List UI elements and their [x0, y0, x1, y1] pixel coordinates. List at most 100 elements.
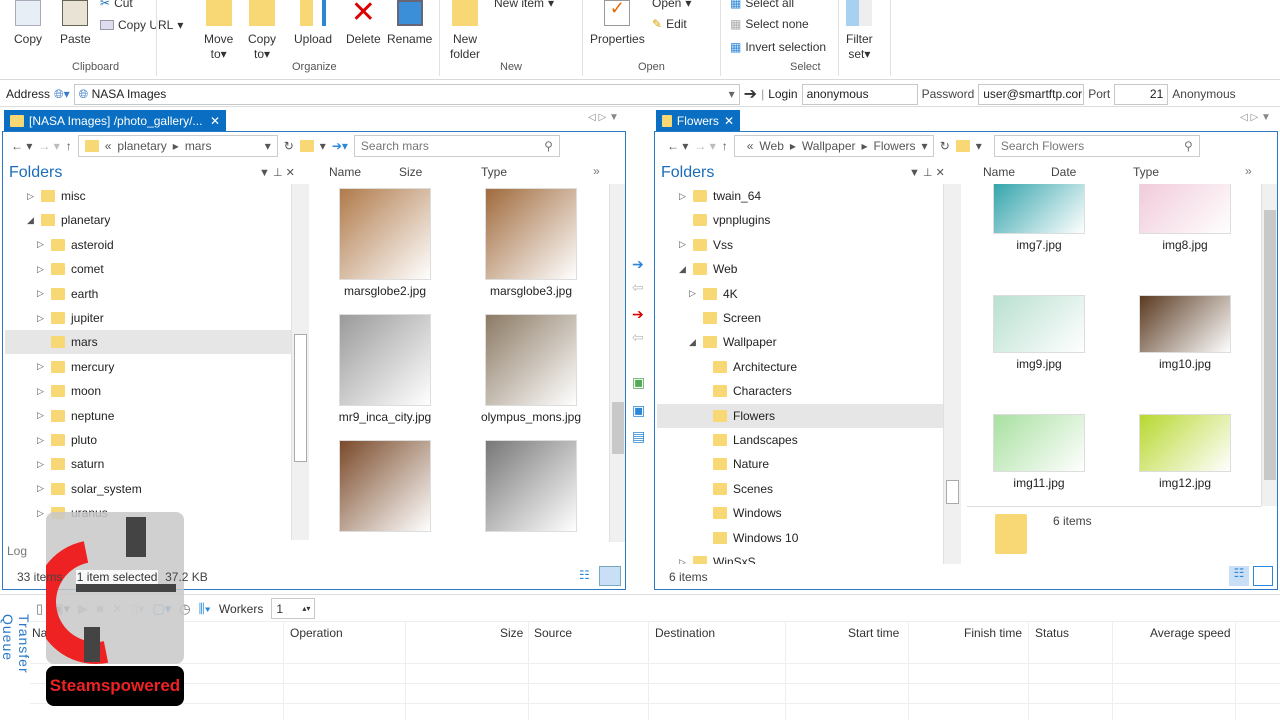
tree-item[interactable]: ▷ moon	[5, 379, 291, 403]
copy-button[interactable]: Copy	[14, 0, 42, 47]
breadcrumb-item[interactable]: Flowers	[874, 139, 916, 153]
tree-item[interactable]: ▷ Vss	[657, 233, 943, 257]
tree-item[interactable]: ▷ solar_system	[5, 477, 291, 501]
new-folder-button[interactable]: New folder	[450, 0, 480, 62]
expand-icon[interactable]: ▷	[37, 508, 45, 519]
chevron-down-icon[interactable]: ▾	[265, 139, 271, 153]
expand-icon[interactable]: ▷	[679, 239, 687, 250]
file-thumbnail[interactable]	[315, 440, 455, 536]
queue-column-header[interactable]: Start time	[848, 626, 899, 640]
tree-item[interactable]: ▷ neptune	[5, 404, 291, 428]
tree-item[interactable]: Windows	[657, 501, 943, 525]
expand-icon[interactable]: ▷	[689, 288, 697, 299]
file-thumbnail[interactable]: mr9_inca_city.jpg	[315, 314, 455, 424]
collapse-icon[interactable]: ◢	[689, 337, 697, 348]
auto-transfer-icon[interactable]: ➔▾	[332, 139, 348, 153]
copy-to-button[interactable]: Copy to▾	[248, 0, 276, 62]
column-type[interactable]: Type	[1133, 165, 1159, 179]
address-input[interactable]: 🌐︎ NASA Images ▾	[73, 83, 740, 105]
properties-button[interactable]: ✓ Properties	[590, 0, 645, 47]
workers-stepper[interactable]: 1 ▴▾	[271, 598, 316, 619]
expand-icon[interactable]: ▷	[37, 361, 45, 372]
tree-item[interactable]: Architecture	[657, 355, 943, 379]
left-tab[interactable]: [NASA Images] /photo_gallery/... ✕	[4, 110, 226, 132]
paste-button[interactable]: Paste	[60, 0, 91, 47]
folders-pane-controls[interactable]: ▼ ⊥ ✕	[259, 166, 295, 179]
breadcrumb-item[interactable]: Web	[759, 139, 783, 153]
tree-item[interactable]: ▷ pluto	[5, 428, 291, 452]
transfer-right-icon[interactable]: ➔	[632, 256, 644, 273]
tab-scroll-arrows[interactable]: ◁ ▷ ▼	[588, 112, 619, 123]
tree-item[interactable]: Screen	[657, 306, 943, 330]
queue-column-header[interactable]: Finish time	[964, 626, 1022, 640]
tree-item[interactable]: Nature	[657, 452, 943, 476]
refresh-icon[interactable]: ↻	[284, 139, 294, 153]
breadcrumb-item[interactable]: mars	[185, 139, 212, 153]
forward-icon[interactable]: → ▾	[694, 139, 715, 153]
breadcrumb[interactable]: «Web ▸ Wallpaper ▸ Flowers ▾	[733, 135, 934, 157]
column-name[interactable]: Name	[983, 165, 1015, 179]
open-button[interactable]: Open ▾	[652, 0, 691, 10]
column-divider[interactable]	[908, 622, 909, 720]
file-thumbnail[interactable]: img7.jpg	[969, 184, 1109, 252]
new-item-button[interactable]: New item ▾	[494, 0, 554, 10]
tree-item[interactable]: ▷ mercury	[5, 355, 291, 379]
new-queue-icon[interactable]: ▯	[36, 601, 43, 617]
column-divider[interactable]	[528, 622, 529, 720]
left-tree-scrollbar[interactable]	[291, 184, 309, 540]
port-input[interactable]: 21	[1114, 83, 1169, 105]
tree-item[interactable]: ◢ Wallpaper	[657, 330, 943, 354]
upload-button[interactable]: Upload	[294, 0, 332, 47]
more-columns-icon[interactable]: »	[593, 164, 600, 178]
password-input[interactable]: user@smartftp.cor	[978, 83, 1085, 105]
back-icon[interactable]: ← ▾	[11, 139, 32, 153]
tree-item[interactable]: ▷ jupiter	[5, 306, 291, 330]
chevron-down-icon[interactable]: ▾	[922, 139, 928, 153]
breadcrumb-item[interactable]: planetary	[117, 139, 166, 153]
tree-item[interactable]: ▷ 4K	[657, 282, 943, 306]
copy-url-button[interactable]: Copy URL ▾	[100, 18, 183, 32]
file-thumbnail[interactable]	[461, 440, 601, 536]
tab-scroll-arrows[interactable]: ◁ ▷ ▼	[1240, 112, 1271, 123]
expand-icon[interactable]: ▷	[37, 239, 45, 250]
expand-icon[interactable]: ▷	[37, 459, 45, 470]
filter-set-button[interactable]: Filter set▾	[846, 0, 873, 62]
tree-item[interactable]: Landscapes	[657, 428, 943, 452]
anonymous-toggle[interactable]: Anonymous	[1172, 87, 1235, 101]
file-thumbnail[interactable]: img9.jpg	[969, 295, 1109, 371]
details-view-icon[interactable]: ☷	[1229, 566, 1249, 586]
column-divider[interactable]	[785, 622, 786, 720]
search-input[interactable]: Search Flowers ⚲	[993, 135, 1200, 157]
column-divider[interactable]	[405, 622, 406, 720]
up-icon[interactable]: ↑	[66, 139, 72, 153]
collapse-icon[interactable]: ◢	[27, 215, 35, 226]
tree-item[interactable]: ▷ asteroid	[5, 233, 291, 257]
column-divider[interactable]	[283, 622, 284, 720]
thumbnail-view-icon[interactable]	[599, 566, 621, 586]
globe-icon[interactable]: 🌐︎▾	[54, 87, 70, 102]
folders-pane-controls[interactable]: ▼ ⊥ ✕	[909, 166, 945, 179]
tree-item[interactable]: mars	[5, 330, 291, 355]
tree-item[interactable]: ▷ WinSxS	[657, 550, 943, 564]
file-thumbnail[interactable]: img10.jpg	[1115, 295, 1255, 371]
right-files-scrollbar[interactable]	[1261, 184, 1277, 506]
expand-icon[interactable]: ▷	[37, 264, 45, 275]
left-files-scrollbar[interactable]	[609, 184, 625, 542]
tree-item[interactable]: Flowers	[657, 403, 943, 428]
file-thumbnail[interactable]: marsglobe2.jpg	[315, 188, 455, 298]
file-thumbnail[interactable]: img11.jpg	[969, 414, 1109, 490]
up-icon[interactable]: ↑	[722, 139, 728, 153]
queue-column-header[interactable]: Average speed	[1150, 626, 1231, 640]
more-columns-icon[interactable]: »	[1245, 164, 1252, 178]
select-none-button[interactable]: ▦ Select none	[730, 17, 809, 31]
right-tab[interactable]: Flowers ✕	[656, 110, 740, 132]
tree-item[interactable]: vpnplugins	[657, 208, 943, 232]
breadcrumb-item[interactable]: Wallpaper	[802, 139, 856, 153]
file-thumbnail[interactable]: olympus_mons.jpg	[461, 314, 601, 424]
expand-icon[interactable]: ▷	[37, 483, 45, 494]
file-thumbnail[interactable]: marsglobe3.jpg	[461, 188, 601, 298]
right-tree-scrollbar[interactable]	[943, 184, 961, 564]
speed-icon[interactable]: ⫼▾	[199, 601, 211, 617]
column-size[interactable]: Size	[399, 165, 422, 179]
tree-item[interactable]: ◢ planetary	[5, 208, 291, 232]
